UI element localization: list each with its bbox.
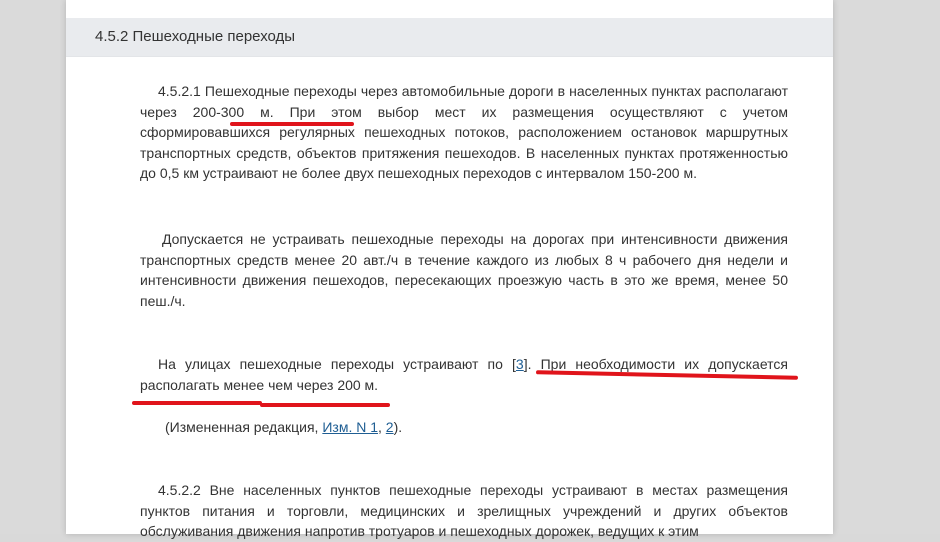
paragraph-text: Допускается не устраивать пешеходные пер…	[140, 231, 788, 309]
section-title: 4.5.2 Пешеходные переходы	[95, 28, 296, 45]
paragraph-4-5-2-1: 4.5.2.1 Пешеходные переходы через автомо…	[140, 81, 788, 184]
reference-link-3[interactable]: 3	[516, 356, 524, 372]
page-background-left	[0, 0, 66, 534]
page-background-right	[833, 0, 940, 534]
paragraph-text: 4.5.2.1 Пешеходные переходы через автомо…	[158, 83, 788, 99]
highlighted-distance: через 200-300 м	[140, 103, 270, 120]
revision-text: (Измененная редакция,	[165, 419, 323, 435]
paragraph-exception: Допускается не устраивать пешеходные пер…	[140, 229, 788, 311]
red-underline-less-than-part1	[132, 401, 262, 405]
document-page: 4.5.2 Пешеходные переходы 4.5.2.1 Пешехо…	[66, 0, 833, 539]
revision-note: (Измененная редакция, Изм. N 1, 2).	[165, 417, 765, 438]
amendment-link-2[interactable]: 2	[386, 419, 394, 435]
section-header: 4.5.2 Пешеходные переходы	[66, 18, 833, 57]
paragraph-4-5-2-2: 4.5.2.2 Вне населенных пунктов пешеходны…	[140, 480, 788, 542]
red-underline-distance	[230, 122, 354, 126]
paragraph-text: 4.5.2.2 Вне населенных пунктов пешеходны…	[140, 482, 788, 540]
red-underline-less-than-part2	[260, 403, 390, 407]
revision-text: ).	[393, 419, 403, 435]
amendment-link-1[interactable]: Изм. N 1	[322, 419, 378, 435]
paragraph-text: На улицах пешеходные переходы устраивают…	[158, 356, 516, 372]
revision-separator: ,	[378, 419, 386, 435]
